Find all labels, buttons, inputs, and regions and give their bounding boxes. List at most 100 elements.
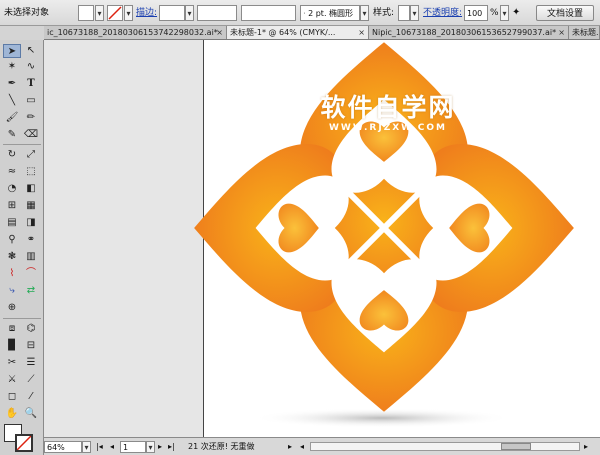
print-tiling-icon[interactable]: ◻ xyxy=(3,390,21,404)
target-icon[interactable]: ⊕ xyxy=(3,301,21,315)
dash-select[interactable] xyxy=(241,5,296,21)
blend-icon[interactable]: ⚭ xyxy=(22,233,40,247)
lasso-icon[interactable]: ∿ xyxy=(22,60,40,74)
style-swatch[interactable] xyxy=(398,5,410,21)
column-graph-icon[interactable]: ▉ xyxy=(3,339,21,353)
horizontal-scrollbar[interactable] xyxy=(310,442,580,451)
knife-icon[interactable]: ⚔ xyxy=(3,373,21,387)
tab-document-4[interactable]: 未标题... xyxy=(569,26,600,39)
paintbrush-icon[interactable]: 🖌 xyxy=(3,111,21,125)
scissors-icon[interactable]: ✂ xyxy=(3,356,21,370)
prev-page-icon[interactable]: ◂ xyxy=(110,441,114,453)
document-setup-button[interactable]: 文档设置 xyxy=(536,5,594,21)
close-icon[interactable]: × xyxy=(216,26,223,39)
control-bar: 未选择对象 ▾ ▾ 描边: ▾ ⋅ 2 pt. 椭圆形 ▾ 样式: ▾ 不透明度… xyxy=(0,0,600,26)
tab-document-1[interactable]: ic_10673188_2018030615374229803​2.ai* × xyxy=(44,26,227,39)
brush-stroke-icon: ⋅ xyxy=(303,9,306,18)
tool-separator xyxy=(3,318,41,319)
brush-alt-icon[interactable]: ⁄ xyxy=(22,390,40,404)
opacity-link[interactable]: 不透明度: xyxy=(423,5,462,21)
style-label: 样式: xyxy=(373,8,395,18)
stroke-weight-dropdown[interactable]: ▾ xyxy=(185,5,194,21)
align-icon[interactable]: ☰ xyxy=(22,356,40,370)
magic-wand-icon[interactable]: ✶ xyxy=(3,60,21,74)
next-page-icon[interactable]: ▸ xyxy=(158,441,162,453)
stroke-color-swatch[interactable] xyxy=(107,5,123,21)
artboard-tool-icon[interactable]: ⧈ xyxy=(3,322,21,336)
opacity-dropdown-arrow[interactable]: ▾ xyxy=(500,5,509,21)
scroll-right-icon[interactable]: ▸ xyxy=(584,441,588,453)
document-tabs: ic_10673188_2018030615374229803​2.ai* × 未… xyxy=(44,26,600,40)
line-icon[interactable]: ╲ xyxy=(3,94,21,108)
measure-icon[interactable]: ⟋ xyxy=(22,373,40,387)
opacity-unit: % xyxy=(490,8,499,18)
symbol-sprayer-icon[interactable]: ❃ xyxy=(3,250,21,264)
scrollbar-thumb[interactable] xyxy=(501,443,531,450)
status-text: 21 次还原! 无重做 xyxy=(188,442,255,451)
watermark: 软件自学网 WWW.RJZXW.COM xyxy=(308,88,468,133)
logo-shadow xyxy=(252,408,512,428)
path-join-icon[interactable]: ⤷ xyxy=(3,284,21,298)
canvas-area[interactable]: 软件自学网 WWW.RJZXW.COM xyxy=(44,40,600,437)
first-page-icon[interactable]: |◂ xyxy=(96,441,103,453)
live-paint-icon[interactable]: ◧ xyxy=(22,182,40,196)
stroke-swatch-icon[interactable] xyxy=(15,434,33,452)
envelope-icon[interactable]: ⌬ xyxy=(22,322,40,336)
tab-document-2[interactable]: 未标题-1* @ 64% (CMYK/... × xyxy=(227,26,369,39)
blob-brush-icon[interactable]: ✎ xyxy=(3,128,21,142)
variable-width-select[interactable] xyxy=(197,5,237,21)
selection-tool-icon[interactable]: ➤ xyxy=(3,44,21,58)
pen-icon[interactable]: ✒ xyxy=(3,77,21,91)
mesh-icon[interactable]: ▦ xyxy=(22,199,40,213)
recolor-artwork-icon[interactable]: ✦ xyxy=(512,5,520,21)
fill-color-swatch[interactable] xyxy=(78,5,94,21)
brush-definition-select[interactable]: ⋅ 2 pt. 椭圆形 xyxy=(300,5,360,21)
status-menu-arrow[interactable]: ▸ xyxy=(288,441,292,453)
stroke-slash-icon xyxy=(108,6,122,20)
free-transform-icon[interactable]: ⬚ xyxy=(22,165,40,179)
close-icon[interactable]: × xyxy=(358,26,365,39)
page-dropdown-arrow[interactable]: ▾ xyxy=(146,441,155,453)
direct-selection-tool-icon[interactable]: ↖ xyxy=(22,44,40,58)
hand-icon[interactable]: ✋ xyxy=(3,407,21,421)
graph-icon[interactable]: ▥ xyxy=(22,250,40,264)
tab-document-3[interactable]: Nipic_10673188_20180306153652799037.ai* × xyxy=(369,26,569,39)
eyedropper-icon[interactable]: ⚲ xyxy=(3,233,21,247)
status-bar: 64% ▾ |◂ ◂ 1 ▾ ▸ ▸| 21 次还原! 无重做 ▸ ◂ ▸ xyxy=(44,437,600,455)
zoom-dropdown-arrow[interactable]: ▾ xyxy=(82,441,91,453)
tools-panel: ➤ ↖ ✶ ∿ ✒ T ╲ ▭ 🖌 ✏ ✎ ⌫ ↻ ⤢ ≈ ⬚ ◔ ◧ ⊞ ▦ … xyxy=(0,40,44,455)
eraser-icon[interactable]: ⌫ xyxy=(22,128,40,142)
watermark-subtitle: WWW.RJZXW.COM xyxy=(328,123,448,133)
tool-separator xyxy=(3,144,41,145)
stroke-link[interactable]: 描边: xyxy=(136,5,157,21)
gradient-swatch-icon[interactable]: ◨ xyxy=(22,216,40,230)
pencil-icon[interactable]: ✏ xyxy=(22,111,40,125)
scroll-left-icon[interactable]: ◂ xyxy=(300,441,304,453)
fill-dropdown-arrow[interactable]: ▾ xyxy=(95,5,104,21)
close-icon[interactable]: × xyxy=(558,26,565,39)
brush-dropdown-arrow[interactable]: ▾ xyxy=(360,5,369,21)
stroke-dropdown-arrow[interactable]: ▾ xyxy=(124,5,133,21)
gradient-icon[interactable]: ▤ xyxy=(3,216,21,230)
scale-icon[interactable]: ⤢ xyxy=(22,148,40,162)
convert-anchor-icon[interactable]: ⌒ xyxy=(22,267,40,281)
last-page-icon[interactable]: ▸| xyxy=(168,441,175,453)
path-split-icon[interactable]: ⇄ xyxy=(22,284,40,298)
watermark-title: 软件自学网 xyxy=(320,93,456,122)
selection-status: 未选择对象 xyxy=(4,8,50,18)
slice-icon[interactable]: ⊟ xyxy=(22,339,40,353)
anchor-add-icon[interactable]: ⌇ xyxy=(3,267,21,281)
warp-icon[interactable]: ≈ xyxy=(3,165,21,179)
rotate-icon[interactable]: ↻ xyxy=(3,148,21,162)
style-dropdown-arrow[interactable]: ▾ xyxy=(410,5,419,21)
page-input[interactable]: 1 xyxy=(120,441,146,453)
type-icon[interactable]: T xyxy=(22,77,40,91)
stroke-weight-input[interactable] xyxy=(159,5,185,21)
rectangle-icon[interactable]: ▭ xyxy=(22,94,40,108)
none-slash-icon xyxy=(16,435,32,451)
zoom-select[interactable]: 64% xyxy=(44,441,82,453)
shape-builder-icon[interactable]: ◔ xyxy=(3,182,21,196)
zoom-icon[interactable]: 🔍 xyxy=(22,407,40,421)
opacity-input[interactable]: 100 xyxy=(464,5,488,21)
perspective-grid-icon[interactable]: ⊞ xyxy=(3,199,21,213)
